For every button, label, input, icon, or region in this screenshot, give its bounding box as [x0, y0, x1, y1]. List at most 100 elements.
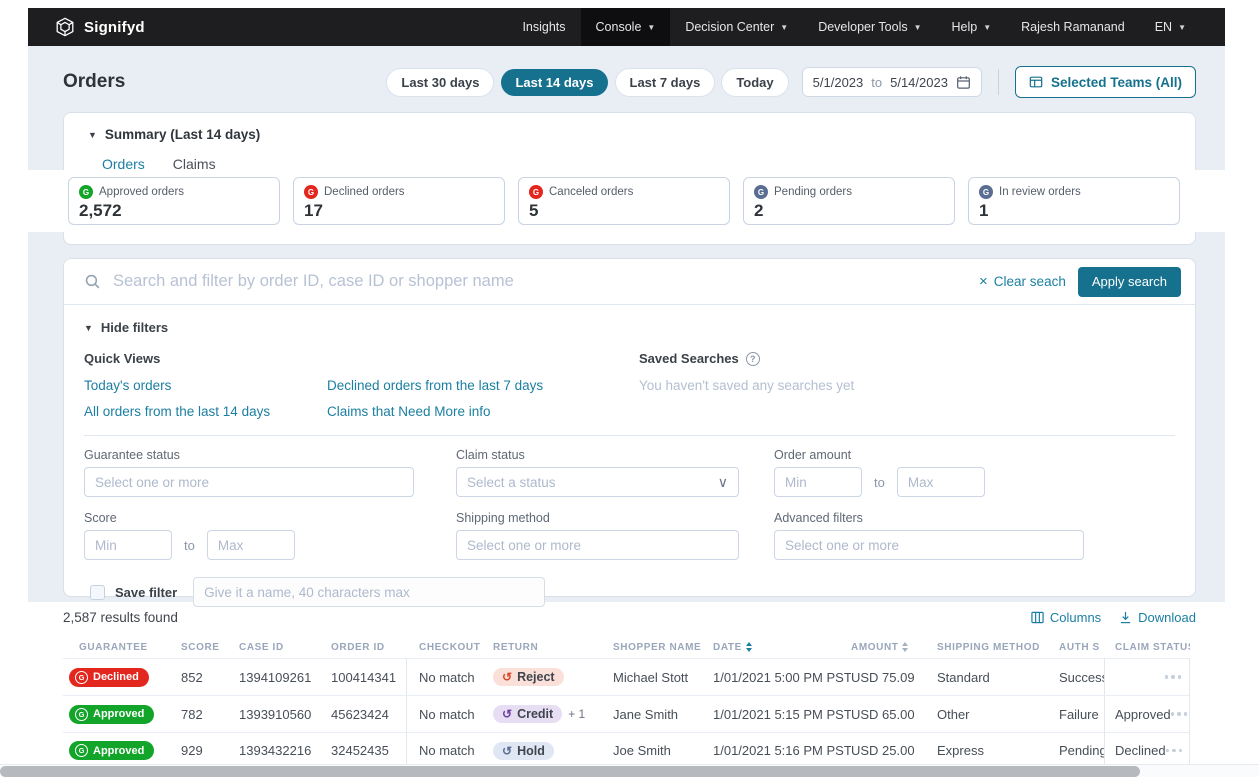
columns-button[interactable]: Columns — [1031, 610, 1101, 625]
amount-cell: USD 25.00 — [851, 733, 937, 768]
quick-view-claims-need-more-info[interactable]: Claims that Need More info — [327, 404, 639, 419]
score-min-input[interactable] — [84, 530, 172, 560]
save-filter-checkbox[interactable] — [90, 585, 105, 600]
case-id-cell: 1393432216 — [239, 733, 331, 768]
nav-label: Rajesh Ramanand — [1021, 20, 1125, 34]
col-header-date[interactable]: DATE — [713, 642, 851, 653]
filter-label: Advanced filters — [774, 511, 1084, 525]
quick-views-title: Quick Views — [84, 351, 639, 366]
shipping-method-input[interactable] — [456, 530, 739, 560]
order-id-cell: 100414341 — [331, 659, 407, 695]
claim-status-cell: Declined — [1105, 733, 1189, 768]
filter-label: Shipping method — [456, 511, 739, 525]
range-pill-today[interactable]: Today — [722, 69, 787, 96]
score-cell: 782 — [181, 696, 239, 732]
stat-value: 17 — [304, 201, 494, 221]
nav-user[interactable]: Rajesh Ramanand — [1006, 8, 1140, 46]
guarantee-status-input[interactable] — [84, 467, 414, 497]
table-header-row: GUARANTEE SCORE CASE ID ORDER ID CHECKOU… — [63, 636, 1190, 658]
col-header-claim-status[interactable]: CLAIM STATUS — [1105, 642, 1190, 653]
stat-card-approved-orders: GApproved orders 2,572 — [68, 177, 280, 225]
col-header-score[interactable]: SCORE — [181, 642, 239, 653]
date-from-value[interactable]: 5/1/2023 — [813, 75, 864, 90]
horizontal-scrollbar-thumb[interactable] — [0, 766, 1140, 777]
selected-teams-button[interactable]: Selected Teams (All) — [1015, 66, 1196, 98]
summary-title: Summary (Last 14 days) — [105, 127, 260, 142]
range-pill-last-14-days[interactable]: Last 14 days — [501, 69, 607, 96]
calendar-icon[interactable] — [956, 75, 971, 90]
search-filter-panel: ×Clear seach Apply search ▼ Hide filters… — [63, 258, 1196, 597]
summary-cards-band: GApproved orders 2,572 GDeclined orders … — [0, 170, 1259, 232]
filter-advanced-filters: Advanced filters — [774, 511, 1084, 560]
divider — [998, 69, 999, 95]
nav-label: Decision Center — [685, 20, 774, 34]
summary-collapse-toggle[interactable]: ▼ Summary (Last 14 days) — [88, 127, 1171, 142]
col-header-amount[interactable]: AMOUNT — [851, 642, 937, 653]
advanced-filters-input[interactable] — [774, 530, 1084, 560]
nav-insights[interactable]: Insights — [507, 8, 580, 46]
order-amount-min-input[interactable] — [774, 467, 862, 497]
order-amount-max-input[interactable] — [897, 467, 985, 497]
filter-order-amount: Order amount to — [774, 448, 1084, 497]
return-cell: ↺Credit+ 1 — [493, 696, 613, 732]
col-header-case-id[interactable]: CASE ID — [239, 642, 331, 653]
col-header-order-id[interactable]: ORDER ID — [331, 642, 407, 653]
guarantee-status-badge: GApproved — [69, 705, 154, 724]
date-range-picker[interactable]: 5/1/2023 to 5/14/2023 — [802, 67, 982, 97]
col-header-shipping-method[interactable]: SHIPPING METHOD — [937, 642, 1059, 653]
date-range-separator: to — [871, 75, 882, 90]
score-cell: 852 — [181, 659, 239, 695]
stat-value: 1 — [979, 201, 1169, 221]
amount-cell: USD 75.09 — [851, 659, 937, 695]
nav-language[interactable]: EN▼ — [1140, 8, 1201, 46]
col-header-return[interactable]: RETURN — [493, 642, 613, 653]
claim-status-select[interactable]: Select a status ∨ — [456, 467, 739, 497]
apply-search-button[interactable]: Apply search — [1078, 267, 1181, 297]
guarantee-icon: G — [304, 185, 318, 199]
order-id-cell: 45623424 — [331, 696, 407, 732]
range-pill-last-7-days[interactable]: Last 7 days — [616, 69, 715, 96]
hide-filters-toggle[interactable]: ▼ Hide filters — [84, 320, 1175, 335]
save-filter-name-input[interactable] — [193, 577, 545, 607]
score-max-input[interactable] — [207, 530, 295, 560]
nav-help[interactable]: Help▼ — [937, 8, 1007, 46]
quick-view-todays-orders[interactable]: Today's orders — [84, 378, 327, 393]
return-extra-count: + 1 — [568, 707, 585, 721]
table-row[interactable]: GDeclined 852 1394109261 100414341 No ma… — [63, 658, 1190, 695]
col-header-shopper-name[interactable]: SHOPPER NAME — [613, 642, 713, 653]
claim-status-cell: Approved — [1105, 696, 1189, 732]
col-header-checkout[interactable]: CHECKOUT — [407, 642, 493, 653]
guarantee-icon: G — [75, 744, 88, 757]
orders-table: GUARANTEE SCORE CASE ID ORDER ID CHECKOU… — [63, 636, 1190, 769]
filter-label: Guarantee status — [84, 448, 414, 462]
nav-label: Help — [952, 20, 978, 34]
nav-decision-center[interactable]: Decision Center▼ — [670, 8, 803, 46]
nav-developer-tools[interactable]: Developer Tools▼ — [803, 8, 936, 46]
row-actions-menu[interactable] — [1166, 749, 1183, 753]
table-row[interactable]: GApproved 782 1393910560 45623424 No mat… — [63, 695, 1190, 732]
range-pill-last-30-days[interactable]: Last 30 days — [387, 69, 493, 96]
date-to-value[interactable]: 5/14/2023 — [890, 75, 948, 90]
case-id-cell: 1393910560 — [239, 696, 331, 732]
guarantee-icon: G — [79, 185, 93, 199]
col-header-auth-status[interactable]: AUTH S — [1059, 642, 1105, 653]
row-actions-menu[interactable] — [1165, 675, 1182, 679]
quick-view-declined-last-7-days[interactable]: Declined orders from the last 7 days — [327, 378, 639, 393]
search-icon — [84, 273, 101, 290]
help-icon[interactable]: ? — [746, 352, 760, 366]
search-input[interactable] — [113, 272, 967, 291]
download-button[interactable]: Download — [1119, 610, 1196, 625]
close-icon: × — [979, 273, 988, 290]
shopper-name-cell: Joe Smith — [613, 733, 713, 768]
quick-view-all-orders-last-14-days[interactable]: All orders from the last 14 days — [84, 404, 327, 419]
quick-views: Quick Views Today's orders Declined orde… — [84, 351, 639, 419]
claim-status-cell — [1105, 659, 1189, 695]
nav-console[interactable]: Console▼ — [581, 8, 671, 46]
signifyd-brand[interactable]: Signifyd — [54, 16, 145, 38]
row-actions-menu[interactable] — [1171, 712, 1188, 716]
clear-search-button[interactable]: ×Clear seach — [979, 273, 1066, 290]
horizontal-scrollbar-track[interactable] — [0, 764, 1259, 777]
sort-icon[interactable] — [746, 642, 752, 652]
col-header-guarantee[interactable]: GUARANTEE — [63, 642, 181, 653]
sort-icon[interactable] — [902, 642, 908, 652]
